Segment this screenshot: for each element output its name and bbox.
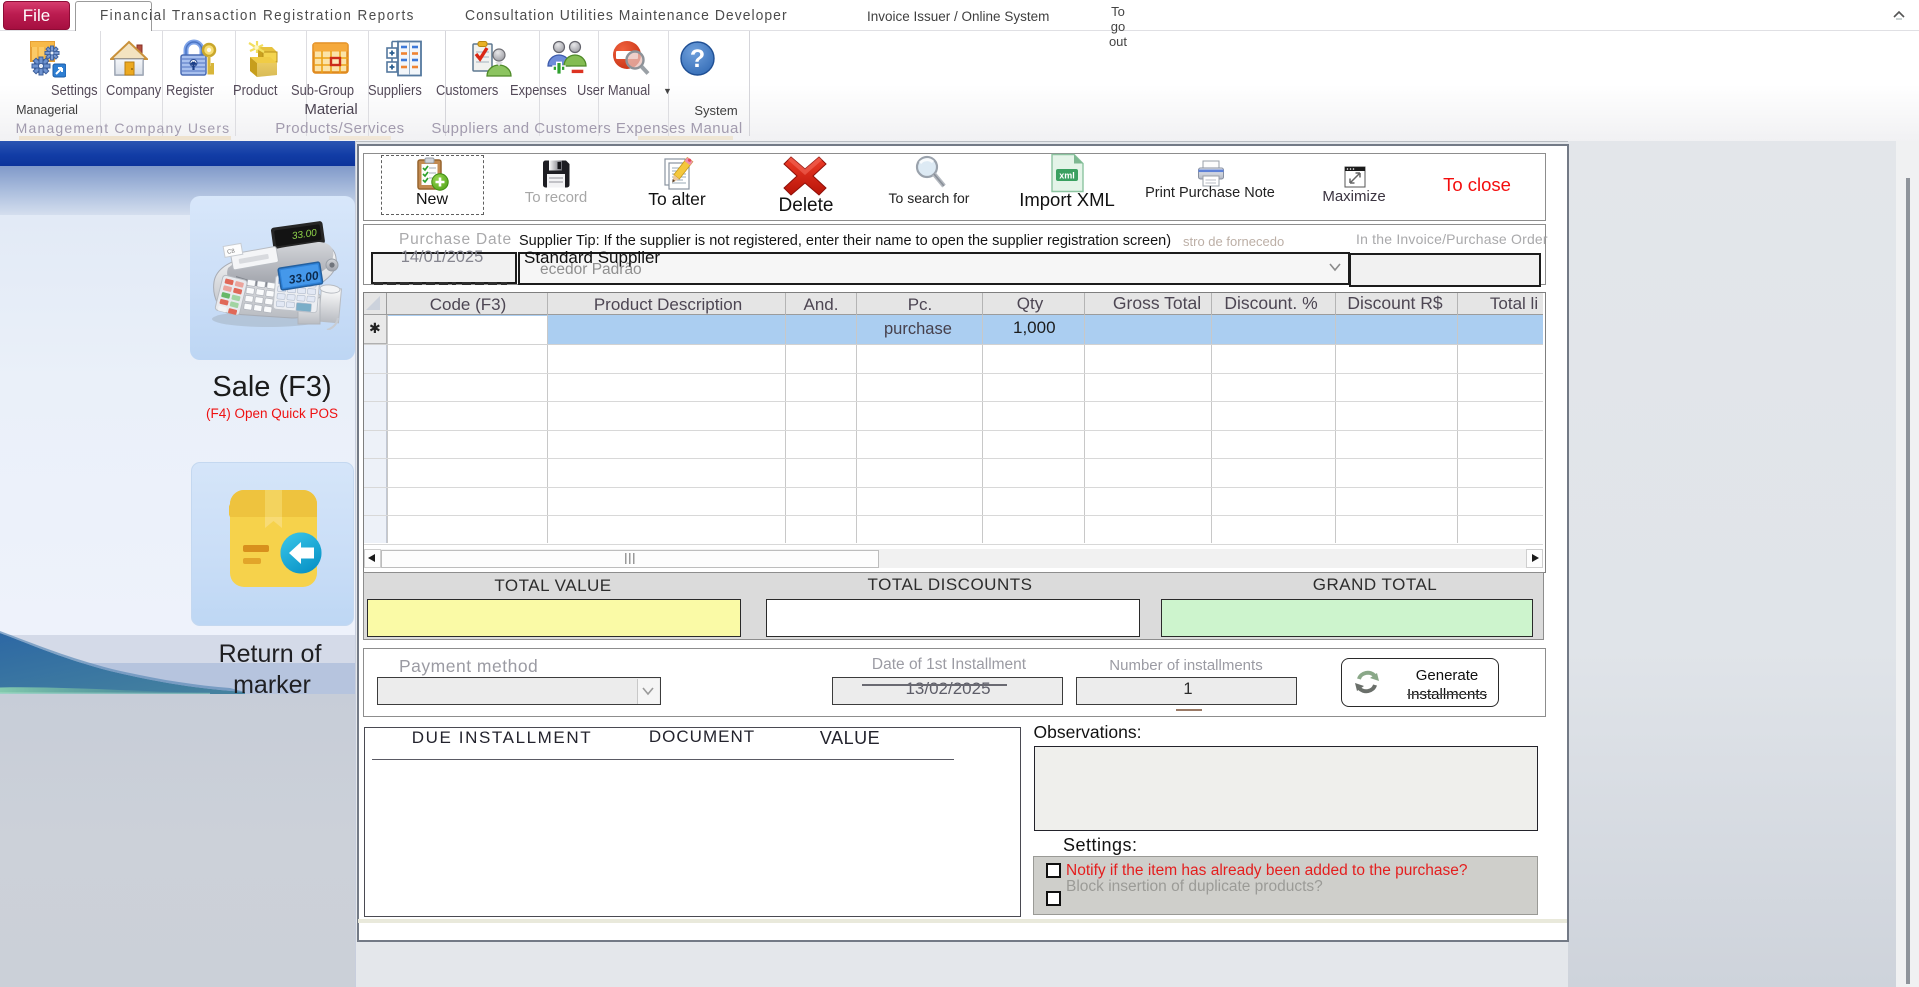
svg-text:xml: xml [1059,171,1075,181]
svg-text:?: ? [690,45,705,73]
